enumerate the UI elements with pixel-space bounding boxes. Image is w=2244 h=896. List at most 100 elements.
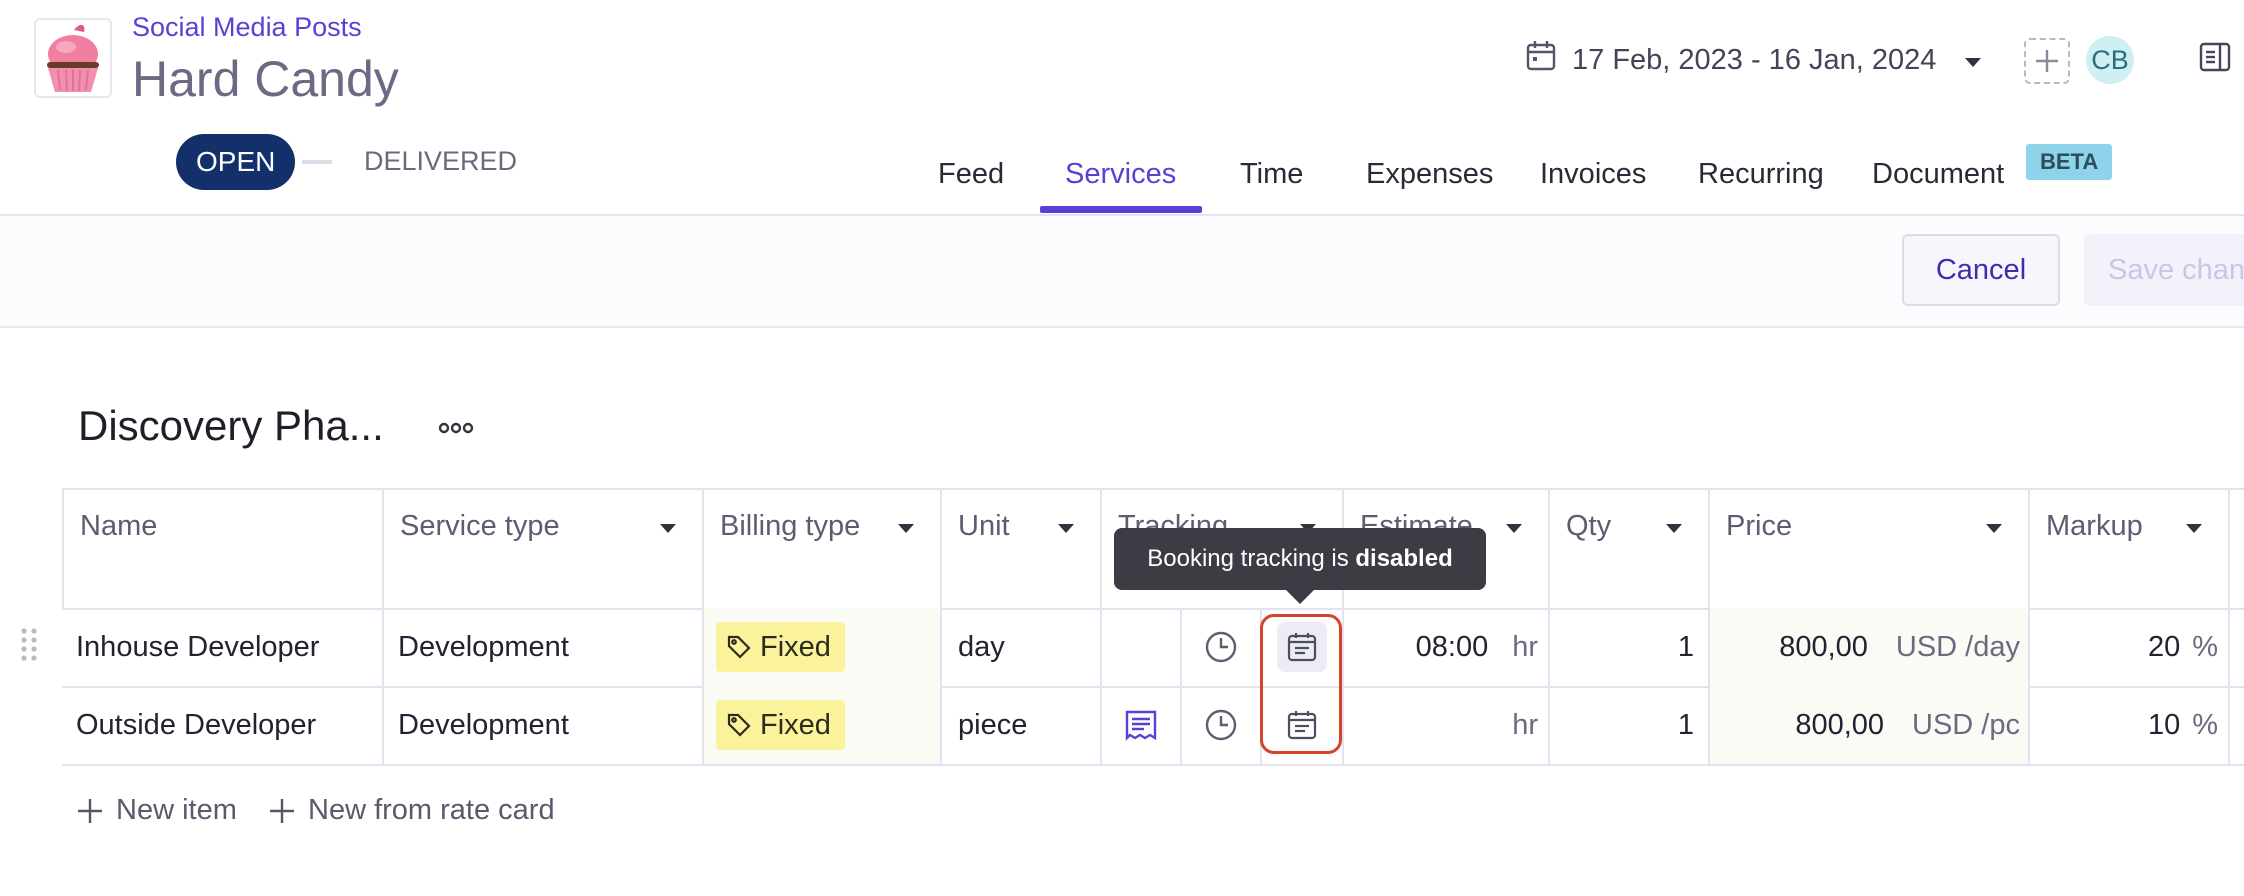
chevron-down-icon <box>898 524 914 533</box>
section-title[interactable]: Discovery Pha... <box>78 402 384 450</box>
markup-unit: % <box>2192 630 2218 663</box>
breadcrumb[interactable]: Social Media Posts <box>132 12 362 43</box>
date-range-text: 17 Feb, 2023 - 16 Jan, 2024 <box>1572 43 1937 76</box>
drag-handle-icon[interactable] <box>18 626 46 669</box>
tab-document[interactable]: Document <box>1872 134 2004 214</box>
cell-tracking-notes[interactable] <box>1100 608 1180 686</box>
chevron-down-icon <box>1986 524 2002 533</box>
new-from-rate-card-label: New from rate card <box>308 794 555 826</box>
billing-type-text: Fixed <box>760 630 831 663</box>
clock-icon <box>1205 709 1237 741</box>
date-range-picker[interactable]: 17 Feb, 2023 - 16 Jan, 2024 <box>1524 40 1982 80</box>
notes-icon <box>1125 710 1157 741</box>
column-header-overflow <box>2228 490 2244 608</box>
cell-markup[interactable]: 20 % <box>2028 608 2228 686</box>
toolbar-divider <box>0 326 2244 328</box>
column-header-name[interactable]: Name <box>62 490 382 608</box>
tooltip-arrow <box>1286 590 1314 604</box>
cell-markup[interactable]: 10 % <box>2028 686 2228 764</box>
save-changes-button[interactable]: Save chan <box>2084 234 2244 306</box>
cell-price[interactable]: 800,00 USD /pc <box>1708 686 2028 764</box>
billing-badge: Fixed <box>716 622 845 672</box>
tab-services[interactable]: Services <box>1065 134 1176 214</box>
chevron-down-icon <box>1058 524 1074 533</box>
markup-unit: % <box>2192 708 2218 741</box>
cell-name[interactable]: Outside Developer <box>62 686 382 764</box>
calendar-icon <box>1524 39 1558 81</box>
chevron-down-icon <box>1964 44 1982 77</box>
column-header-service-type[interactable]: Service type <box>382 490 702 608</box>
column-header-qty[interactable]: Qty <box>1548 490 1708 608</box>
tab-feed[interactable]: Feed <box>938 134 1004 214</box>
cell-price[interactable]: 800,00 USD /day <box>1708 608 2028 686</box>
add-member-button[interactable] <box>2024 38 2070 84</box>
column-label: Name <box>80 510 158 542</box>
cell-estimate[interactable]: 08:00 hr <box>1342 608 1548 686</box>
cell-billing-type[interactable]: Fixed <box>702 608 940 686</box>
cell-name[interactable]: Inhouse Developer <box>62 608 382 686</box>
column-label: Billing type <box>720 510 861 542</box>
billing-badge: Fixed <box>716 700 845 750</box>
column-label: Unit <box>958 510 1010 542</box>
tooltip: Booking tracking is disabled <box>1114 528 1486 590</box>
cell-overflow <box>2228 686 2244 764</box>
tooltip-emphasis: disabled <box>1355 545 1453 572</box>
chevron-down-icon <box>2186 524 2202 533</box>
plus-icon <box>2036 50 2058 72</box>
new-from-rate-card-button[interactable]: New from rate card <box>268 794 555 827</box>
beta-badge: BETA <box>2026 144 2113 180</box>
price-unit: USD /day <box>1895 630 2020 663</box>
cell-service-type[interactable]: Development <box>382 686 702 764</box>
cell-qty[interactable]: 1 <box>1548 686 1708 764</box>
estimate-unit: hr <box>1512 708 1538 741</box>
new-item-label: New item <box>116 794 237 826</box>
estimate-value: 08:00 <box>1415 630 1489 663</box>
cell-qty[interactable]: 1 <box>1548 608 1708 686</box>
cell-unit[interactable]: day <box>940 608 1100 686</box>
tab-invoices[interactable]: Invoices <box>1540 134 1646 214</box>
cell-tracking-time[interactable] <box>1180 608 1260 686</box>
tab-expenses[interactable]: Expenses <box>1366 134 1493 214</box>
cell-estimate[interactable]: hr <box>1342 686 1548 764</box>
markup-value: 10 <box>2147 708 2181 741</box>
price-value: 800,00 <box>1795 708 1885 741</box>
column-label: Markup <box>2046 510 2143 542</box>
status-delivered[interactable]: DELIVERED <box>364 146 517 177</box>
status-connector <box>302 160 332 164</box>
booking-column-highlight <box>1260 614 1342 754</box>
price-unit: USD /pc <box>1912 708 2020 741</box>
column-header-price[interactable]: Price <box>1708 490 2028 608</box>
active-tab-indicator <box>1040 206 1202 213</box>
tag-icon <box>727 635 751 659</box>
project-logo <box>34 18 112 98</box>
table-row[interactable]: Inhouse Developer Development Fixed day … <box>62 608 2244 688</box>
tab-time[interactable]: Time <box>1240 134 1303 214</box>
cancel-button[interactable]: Cancel <box>1902 234 2060 306</box>
column-label: Price <box>1726 510 1793 542</box>
cell-billing-type[interactable]: Fixed <box>702 686 940 764</box>
column-label: Qty <box>1566 510 1612 542</box>
column-header-markup[interactable]: Markup <box>2028 490 2228 608</box>
table-row[interactable]: Outside Developer Development Fixed piec… <box>62 686 2244 766</box>
estimate-unit: hr <box>1512 630 1538 663</box>
tooltip-text: Booking tracking is <box>1147 545 1356 572</box>
side-panel-icon[interactable] <box>2198 40 2232 79</box>
more-options-icon[interactable] <box>436 418 476 443</box>
column-header-unit[interactable]: Unit <box>940 490 1100 608</box>
status-open-pill[interactable]: OPEN <box>176 134 296 190</box>
price-value: 800,00 <box>1779 630 1868 663</box>
chevron-down-icon <box>1506 524 1522 533</box>
tab-recurring[interactable]: Recurring <box>1698 134 1824 214</box>
cell-tracking-time[interactable] <box>1180 686 1260 764</box>
cell-overflow <box>2228 608 2244 686</box>
avatar[interactable]: CB <box>2086 36 2134 84</box>
chevron-down-icon <box>660 524 676 533</box>
column-header-billing-type[interactable]: Billing type <box>702 490 940 608</box>
plus-icon <box>78 798 102 823</box>
cell-tracking-notes[interactable] <box>1100 686 1180 764</box>
clock-icon <box>1205 631 1237 663</box>
cell-service-type[interactable]: Development <box>382 608 702 686</box>
new-item-button[interactable]: New item <box>76 794 237 827</box>
cell-unit[interactable]: piece <box>940 686 1100 764</box>
chevron-down-icon <box>1666 524 1682 533</box>
